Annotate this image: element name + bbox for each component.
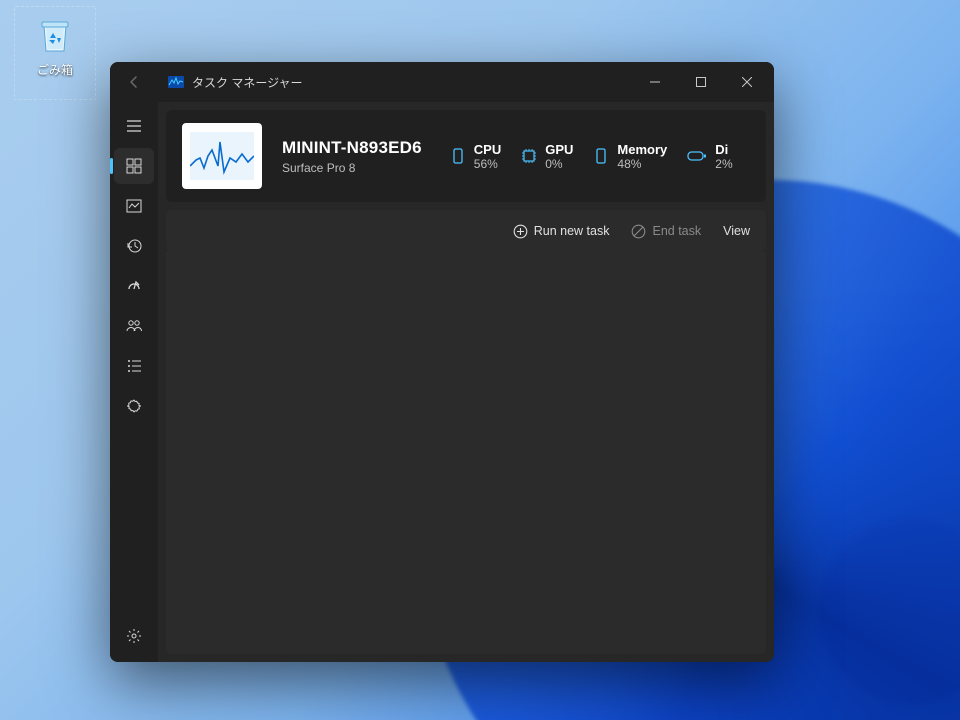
nav-processes[interactable] bbox=[114, 148, 154, 184]
maximize-button[interactable] bbox=[678, 66, 724, 98]
desktop-wallpaper: ごみ箱 タスク マネージャー bbox=[0, 0, 960, 720]
desktop-icon-label: ごみ箱 bbox=[15, 61, 95, 78]
nav-sidebar bbox=[110, 102, 158, 662]
disk-icon bbox=[687, 150, 707, 162]
view-menu-button[interactable]: View bbox=[723, 224, 750, 238]
end-task-button[interactable]: End task bbox=[631, 224, 701, 239]
task-manager-window: タスク マネージャー bbox=[110, 62, 774, 662]
nav-users[interactable] bbox=[114, 308, 154, 344]
nav-services[interactable] bbox=[114, 388, 154, 424]
metric-memory-label: Memory bbox=[617, 142, 667, 157]
plus-circle-icon bbox=[513, 224, 528, 239]
metric-cpu-label: CPU bbox=[474, 142, 501, 157]
process-list-area[interactable] bbox=[166, 252, 766, 654]
window-title: タスク マネージャー bbox=[192, 74, 303, 91]
desktop-icon-recycle-bin[interactable]: ごみ箱 bbox=[14, 6, 96, 100]
perf-thumbnail bbox=[182, 123, 262, 189]
metric-memory[interactable]: Memory 48% bbox=[593, 142, 667, 171]
process-toolbar: Run new task End task View bbox=[166, 210, 766, 252]
metric-memory-value: 48% bbox=[617, 157, 667, 171]
end-task-label: End task bbox=[652, 224, 701, 238]
cpu-icon bbox=[450, 147, 466, 165]
run-new-task-label: Run new task bbox=[534, 224, 610, 238]
nav-hamburger[interactable] bbox=[114, 108, 154, 144]
back-button[interactable] bbox=[118, 66, 150, 98]
metric-gpu[interactable]: GPU 0% bbox=[521, 142, 573, 171]
close-button[interactable] bbox=[724, 66, 770, 98]
host-model: Surface Pro 8 bbox=[282, 161, 422, 175]
nav-app-history[interactable] bbox=[114, 228, 154, 264]
titlebar[interactable]: タスク マネージャー bbox=[110, 62, 774, 102]
metric-gpu-value: 0% bbox=[545, 157, 573, 171]
metrics-row: CPU 56% GPU 0% bbox=[450, 142, 733, 171]
run-new-task-button[interactable]: Run new task bbox=[513, 224, 610, 239]
metric-gpu-label: GPU bbox=[545, 142, 573, 157]
host-name: MININT-N893ED6 bbox=[282, 138, 422, 158]
nav-startup[interactable] bbox=[114, 268, 154, 304]
metric-cpu-value: 56% bbox=[474, 157, 501, 171]
nav-performance[interactable] bbox=[114, 188, 154, 224]
system-summary-card: MININT-N893ED6 Surface Pro 8 CPU 56% bbox=[166, 110, 766, 202]
app-icon bbox=[168, 74, 184, 90]
metric-disk[interactable]: Di 2% bbox=[687, 142, 732, 171]
metric-disk-value: 2% bbox=[715, 157, 732, 171]
recycle-bin-icon bbox=[34, 15, 76, 57]
nav-details[interactable] bbox=[114, 348, 154, 384]
view-label: View bbox=[723, 224, 750, 238]
content-area: MININT-N893ED6 Surface Pro 8 CPU 56% bbox=[158, 102, 774, 662]
minimize-button[interactable] bbox=[632, 66, 678, 98]
host-info: MININT-N893ED6 Surface Pro 8 bbox=[282, 138, 422, 175]
prohibit-icon bbox=[631, 224, 646, 239]
memory-icon bbox=[593, 147, 609, 165]
metric-disk-label: Di bbox=[715, 142, 732, 157]
gpu-icon bbox=[521, 148, 537, 164]
nav-settings[interactable] bbox=[114, 618, 154, 654]
metric-cpu[interactable]: CPU 56% bbox=[450, 142, 501, 171]
